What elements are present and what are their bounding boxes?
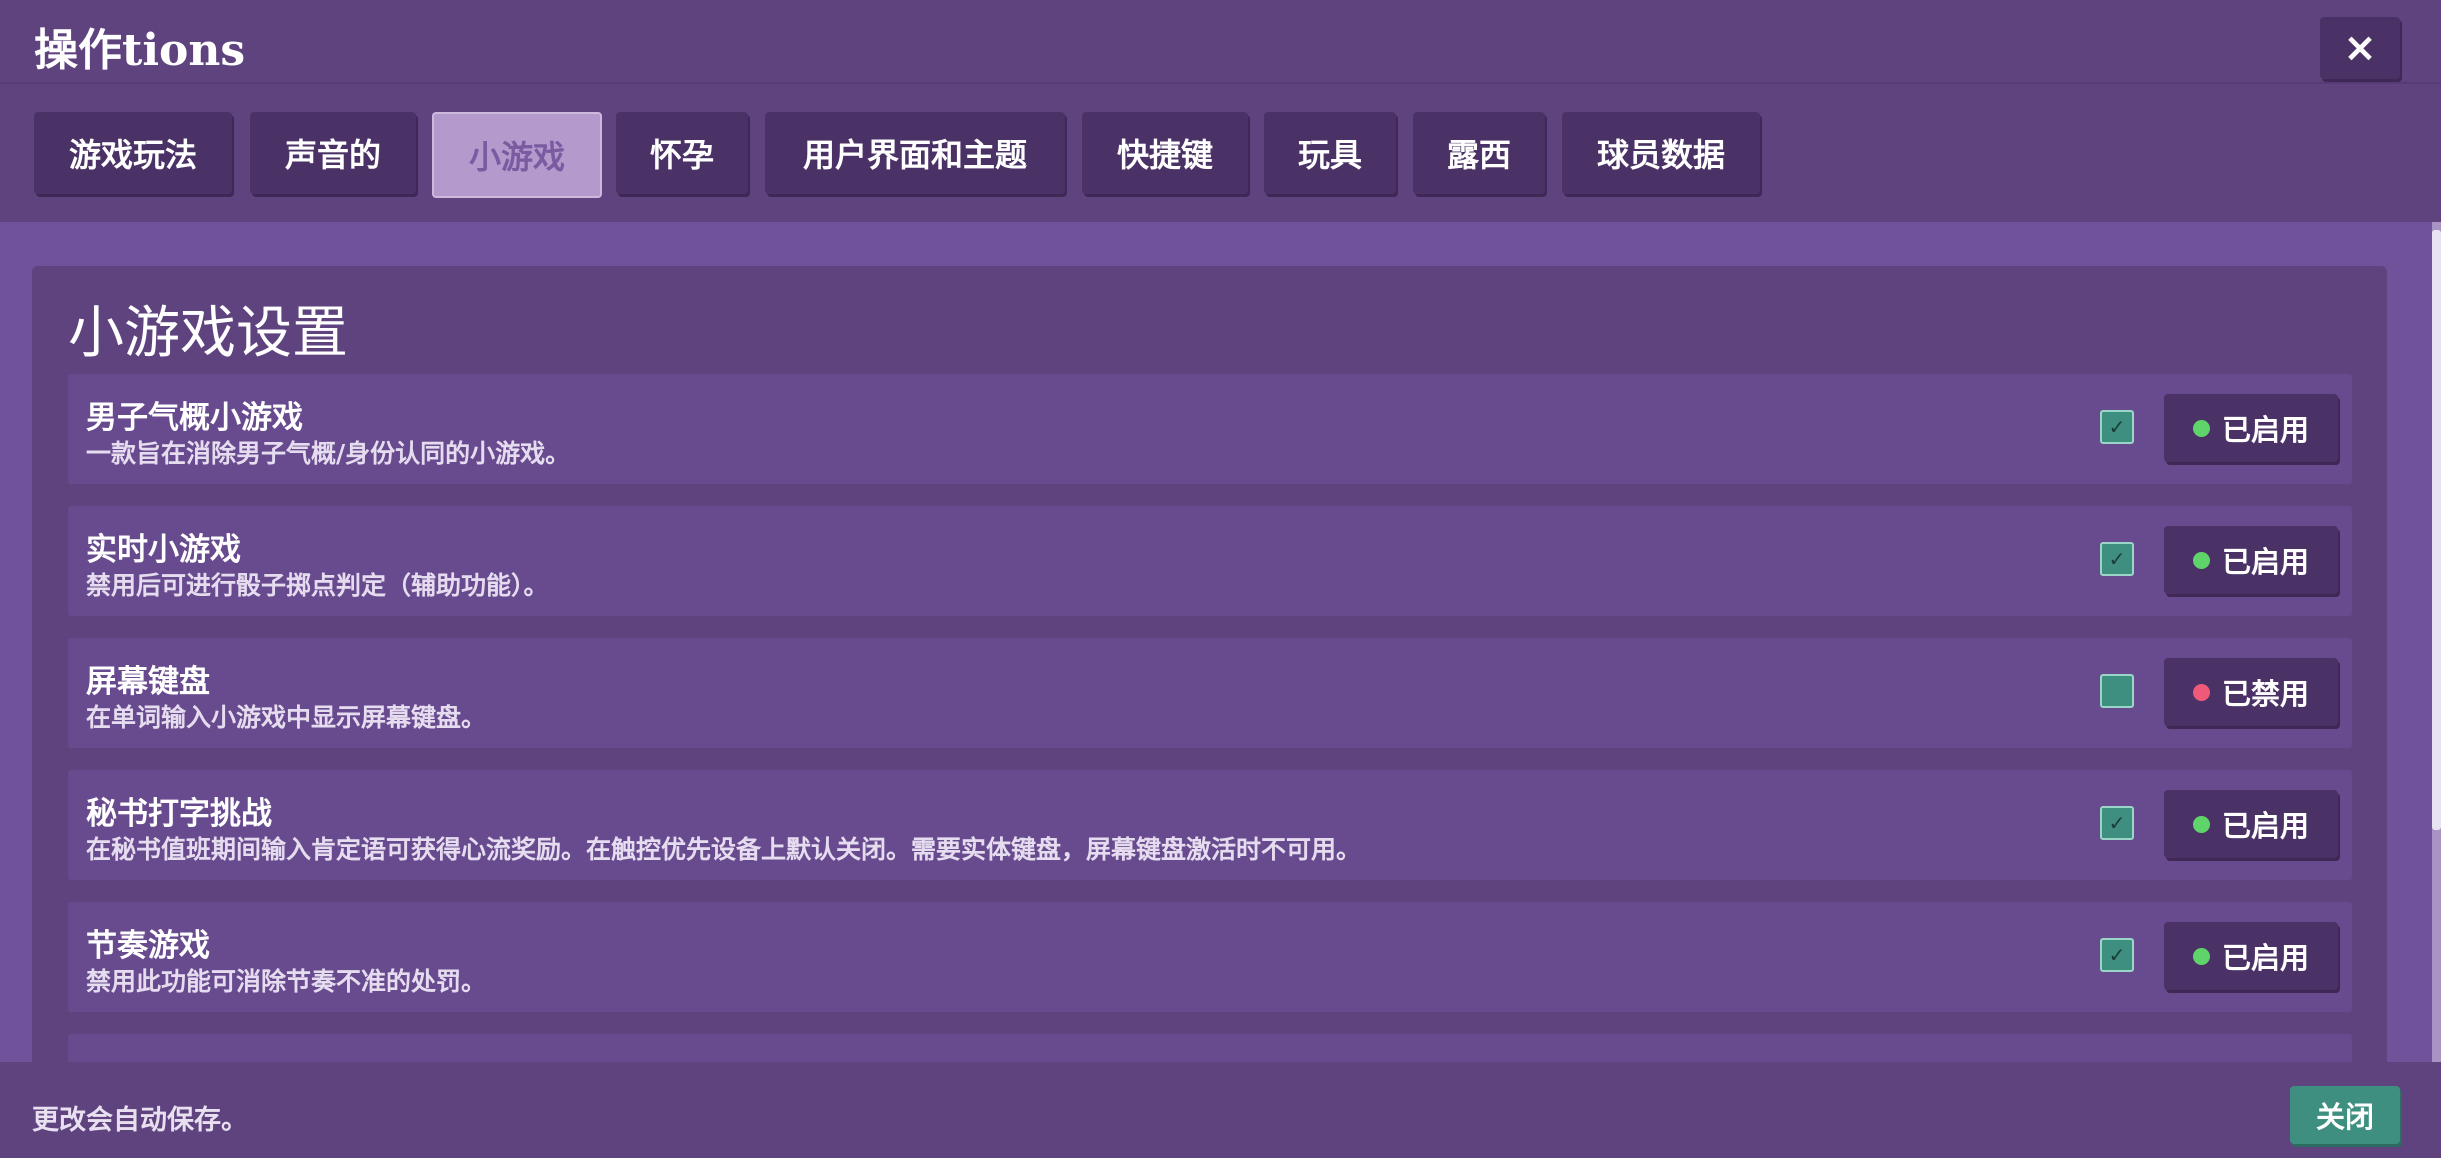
setting-row: 秘书打字挑战 在秘书值班期间输入肯定语可获得心流奖励。在触控优先设备上默认关闭。… [68,770,2352,880]
setting-title: 男子气概小游戏 [86,400,303,436]
status-dot-icon [2192,815,2210,833]
setting-title: 节奏游戏 [86,928,210,964]
tab-shortcuts[interactable]: 快捷键 [1082,112,1248,194]
status-label: 已禁用 [2221,677,2309,711]
status-dot-icon [2192,419,2210,437]
tab-toys[interactable]: 玩具 [1264,112,1396,194]
close-button[interactable]: 关闭 [2290,1086,2400,1144]
setting-checkbox[interactable]: ✓ [2100,542,2134,576]
tab-sound[interactable]: 声音的 [250,112,416,194]
status-dot-icon [2192,683,2210,701]
setting-description: 在秘书值班期间输入肯定语可获得心流奖励。在触控优先设备上默认关闭。需要实体键盘，… [86,835,1362,864]
checkmark-icon: ✓ [2108,415,2126,439]
status-toggle-button[interactable]: 已启用 [2164,790,2338,858]
setting-description: 一款旨在消除男子气概/身份认同的小游戏。 [86,439,571,468]
checkmark-icon: ✓ [2108,943,2126,967]
setting-description: 禁用此功能可消除节奏不准的处罚。 [86,967,487,996]
status-toggle-button[interactable]: 已启用 [2164,526,2338,594]
checkmark-icon: ✓ [2108,547,2126,571]
tab-pregnancy[interactable]: 怀孕 [616,112,748,194]
setting-row: 男子气概小游戏 一款旨在消除男子气概/身份认同的小游戏。 ✓ 已启用 [68,374,2352,484]
setting-row: 实时小游戏 禁用后可进行骰子掷点判定（辅助功能）。 ✓ 已启用 [68,506,2352,616]
setting-description: 禁用后可进行骰子掷点判定（辅助功能）。 [86,571,549,600]
setting-checkbox[interactable]: ✓ [2100,410,2134,444]
settings-panel: 小游戏设置 男子气概小游戏 一款旨在消除男子气概/身份认同的小游戏。 ✓ 已启用… [32,266,2387,1062]
setting-title: 秘书打字挑战 [86,796,272,832]
title-bar: 操作tions × [0,0,2441,84]
status-dot-icon [2192,947,2210,965]
checkmark-icon: ✓ [2108,811,2126,835]
status-toggle-button[interactable]: 已禁用 [2164,658,2338,726]
setting-description: 在单词输入小游戏中显示屏幕键盘。 [86,703,487,732]
scrollbar-thumb[interactable] [2432,230,2441,830]
tab-lucy[interactable]: 露西 [1413,112,1545,194]
tab-gameplay[interactable]: 游戏玩法 [34,112,232,194]
status-label: 已启用 [2221,941,2309,975]
tab-ui-theme[interactable]: 用户界面和主题 [765,112,1065,194]
close-icon[interactable]: × [2320,17,2400,79]
status-label: 已启用 [2221,809,2309,843]
footer: 更改会自动保存。 关闭 [0,1062,2441,1158]
setting-row-partial [68,1034,2352,1062]
setting-checkbox[interactable] [2100,674,2134,708]
status-label: 已启用 [2221,413,2309,447]
setting-row: 屏幕键盘 在单词输入小游戏中显示屏幕键盘。 已禁用 [68,638,2352,748]
tab-minigames[interactable]: 小游戏 [432,112,602,198]
status-toggle-button[interactable]: 已启用 [2164,394,2338,462]
status-label: 已启用 [2221,545,2309,579]
settings-content: 小游戏设置 男子气概小游戏 一款旨在消除男子气概/身份认同的小游戏。 ✓ 已启用… [0,222,2441,1062]
setting-checkbox[interactable]: ✓ [2100,938,2134,972]
tab-bar: 游戏玩法 声音的 小游戏 怀孕 用户界面和主题 快捷键 玩具 露西 球员数据 [0,84,2441,222]
setting-row: 节奏游戏 禁用此功能可消除节奏不准的处罚。 ✓ 已启用 [68,902,2352,1012]
setting-title: 屏幕键盘 [86,664,210,700]
setting-title: 实时小游戏 [86,532,241,568]
status-toggle-button[interactable]: 已启用 [2164,922,2338,990]
window-title: 操作tions [34,25,246,76]
tab-player-stats[interactable]: 球员数据 [1562,112,1760,194]
setting-checkbox[interactable]: ✓ [2100,806,2134,840]
section-title: 小游戏设置 [68,301,348,366]
autosave-note: 更改会自动保存。 [32,1105,248,1136]
status-dot-icon [2192,551,2210,569]
